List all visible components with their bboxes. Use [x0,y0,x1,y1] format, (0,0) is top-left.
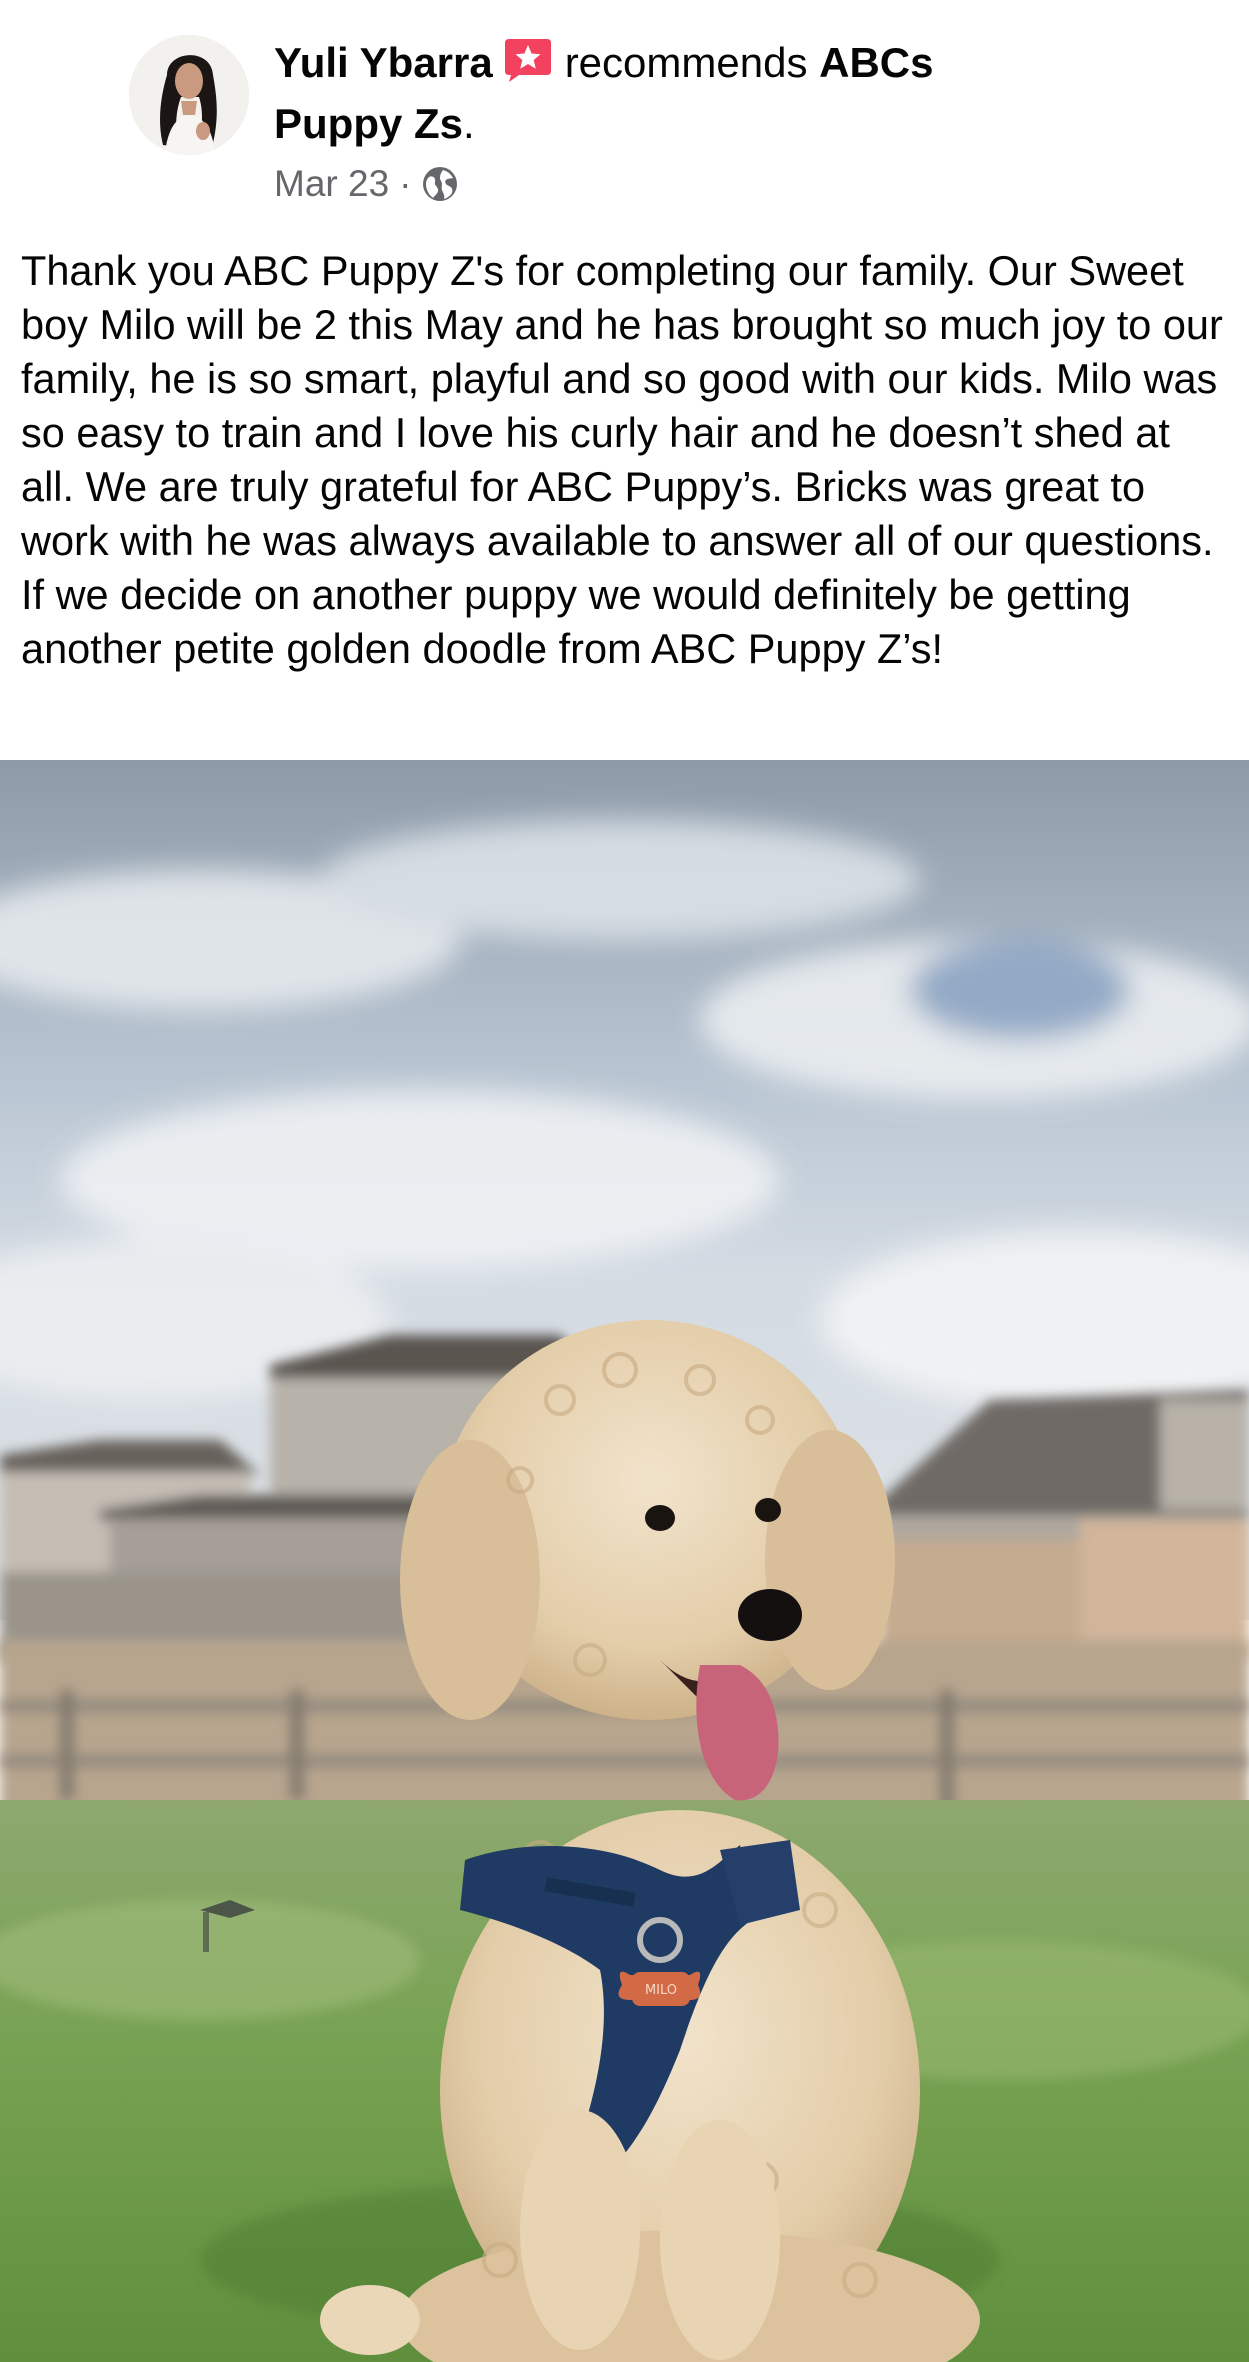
post-body-text: Thank you ABC Puppy Z's for completing o… [21,247,1223,672]
author-name[interactable]: Yuli Ybarra [274,39,493,86]
post-meta: Mar 23 · [274,160,459,208]
title-period: . [463,100,475,147]
recommends-text: recommends [564,39,808,86]
post-photo[interactable]: MILO [0,760,1249,2362]
author-avatar[interactable] [129,35,249,155]
post-header: Yuli Ybarra recommends ABCs Puppy Zs. Ma… [0,0,1249,220]
post-title-line: Yuli Ybarra recommends ABCs Puppy Zs. [274,32,1034,154]
recommendation-post: Yuli Ybarra recommends ABCs Puppy Zs. Ma… [0,0,1249,2362]
meta-separator: · [399,163,412,204]
globe-icon[interactable] [421,165,459,203]
recommend-star-icon [503,37,553,83]
tag-text: MILO [645,1983,677,1998]
post-date[interactable]: Mar 23 [274,160,389,208]
